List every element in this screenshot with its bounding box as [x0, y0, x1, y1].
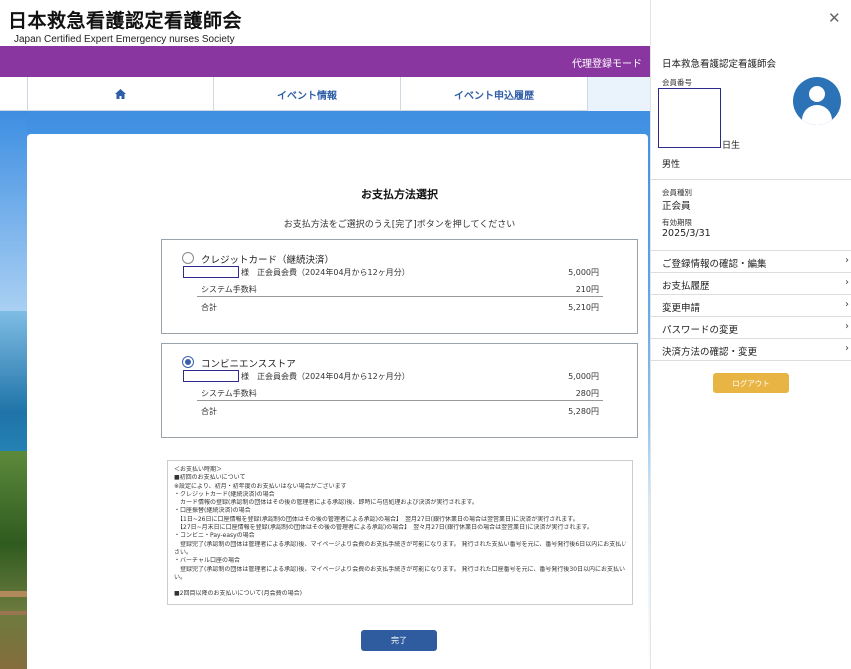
home-icon: [115, 89, 126, 99]
option-label: コンビニエンスストア: [201, 359, 296, 370]
note-line: [174, 582, 626, 590]
gender: 男性: [662, 160, 681, 170]
panel-org-name: 日本救急看護認定看護師会: [662, 59, 777, 70]
user-icon: [809, 86, 825, 102]
member-number-redacted: [658, 88, 721, 148]
chevron-right-icon: ›: [845, 321, 849, 332]
system-fee-value: 210円: [575, 285, 599, 294]
menu-edit-registration[interactable]: ご登録情報の確認・編集 ›: [651, 251, 851, 273]
note-line: 【1日~26日に口座情報を登録(承認制の団体はその後の管理者による承認)の場合】…: [174, 515, 579, 523]
menu-label: 変更申請: [662, 303, 701, 314]
system-fee-label: システム手数料: [201, 389, 257, 398]
divider: [197, 296, 603, 297]
nav-events[interactable]: イベント情報: [213, 77, 400, 111]
radio-convenience[interactable]: [182, 356, 194, 368]
menu-label: 決済方法の確認・変更: [662, 347, 758, 358]
member-number-label: 会員番号: [662, 78, 692, 87]
note-line: ＜お支払い時期＞: [174, 466, 223, 473]
chevron-right-icon: ›: [845, 343, 849, 354]
total-label: 合計: [201, 407, 217, 416]
proxy-mode-label: 代理登録モード: [572, 59, 642, 70]
option-label: クレジットカード（継続決済）: [201, 255, 335, 266]
total-label: 合計: [201, 303, 217, 312]
nav-blank: [587, 77, 650, 111]
logout-button[interactable]: ログアウト: [713, 373, 789, 393]
menu-password-change[interactable]: パスワードの変更 ›: [651, 317, 851, 339]
payment-option-convenience[interactable]: コンビニエンスストア 様 正会員会費（2024年04月から12ヶ月分） 5,00…: [161, 343, 638, 438]
note-line: 登録完了(承認制の団体は管理者による承認)後、マイページより会費のお支払手続きが…: [174, 565, 626, 573]
member-name-redacted: [183, 370, 239, 382]
menu-label: ご登録情報の確認・編集: [662, 259, 767, 270]
member-name-redacted: [183, 266, 239, 278]
site-logo[interactable]: 日本救急看護認定看護師会 Japan Certified Expert Emer…: [8, 6, 242, 45]
system-fee-label: システム手数料: [201, 285, 257, 294]
main-nav: イベント情報 イベント申込履歴: [0, 77, 650, 111]
note-line: い。: [174, 573, 187, 581]
chevron-right-icon: ›: [845, 255, 849, 266]
total-value: 5,210円: [568, 303, 599, 312]
total-value: 5,280円: [568, 407, 599, 416]
background-photo: [0, 111, 27, 669]
logo-title-en: Japan Certified Expert Emergency nurses …: [14, 34, 235, 45]
note-line: ・口座振替(継続決済)の場合: [174, 507, 251, 515]
note-line: ■初回のお支払いについて: [174, 474, 246, 482]
fee-line: 様 正会員会費（2024年04月から12ヶ月分）: [241, 268, 410, 277]
expiry-date: 2025/3/31: [662, 228, 711, 239]
note-line: 登録完了(承認制の団体は管理者による承認)後、マイページより会費のお支払手続きが…: [174, 540, 626, 548]
avatar: [793, 77, 841, 125]
note-line: ・バーチャル口座の場合: [174, 557, 240, 565]
payment-timing-notes[interactable]: ＜お支払い時期＞ ■初回のお支払いについて ※設定により、初月・初年度のお支払い…: [167, 460, 633, 605]
chevron-right-icon: ›: [845, 277, 849, 288]
note-line: 【27日~月末日に口座情報を登録(承認制の団体はその後の管理者による承認)の場合…: [174, 524, 593, 532]
note-line: さい。: [174, 548, 193, 556]
birth-suffix: 日生: [722, 141, 741, 151]
menu-change-request[interactable]: 変更申請 ›: [651, 295, 851, 317]
close-icon[interactable]: ✕: [828, 9, 841, 27]
payment-card: お支払方法選択 お支払方法をご選択のうえ[完了]ボタンを押してください クレジッ…: [27, 134, 648, 669]
note-line: ・クレジットカード(継続決済)の場合: [174, 490, 275, 498]
divider: [651, 179, 851, 180]
logo-title-jp: 日本救急看護認定看護師会: [8, 10, 243, 32]
fee-value: 5,000円: [568, 268, 599, 277]
nav-home[interactable]: [27, 77, 213, 111]
app-root: 日本救急看護認定看護師会 Japan Certified Expert Emer…: [0, 0, 851, 669]
divider: [197, 400, 603, 401]
note-line: ・コンビニ・Pay-easyの場合: [174, 532, 255, 540]
note-line: ※設定により、初月・初年度のお支払いはない場合がございます: [174, 482, 347, 490]
nav-event-history[interactable]: イベント申込履歴: [400, 77, 587, 111]
expiry-label: 有効期限: [662, 218, 692, 227]
fee-line: 様 正会員会費（2024年04月から12ヶ月分）: [241, 372, 410, 381]
done-button[interactable]: 完了: [361, 630, 437, 651]
chevron-right-icon: ›: [845, 299, 849, 310]
system-fee-value: 280円: [575, 389, 599, 398]
member-type: 正会員: [662, 201, 691, 212]
menu-payment-method[interactable]: 決済方法の確認・変更 ›: [651, 339, 851, 361]
menu-payment-history[interactable]: お支払履歴 ›: [651, 273, 851, 295]
payment-option-credit[interactable]: クレジットカード（継続決済） 様 正会員会費（2024年04月から12ヶ月分） …: [161, 239, 638, 334]
note-line: ■2回目以降のお支払いについて(月会費の場合): [174, 590, 302, 598]
fee-value: 5,000円: [568, 372, 599, 381]
mode-bar: 代理登録モード: [0, 46, 650, 77]
member-type-label: 会員種別: [662, 188, 692, 197]
note-line: カード情報の登録(承認制の団体はその後の管理者による承認)後、即時に与信処理およ…: [174, 499, 478, 507]
radio-credit[interactable]: [182, 252, 194, 264]
account-panel: ✕ 日本救急看護認定看護師会 会員番号 日生 男性 会員種別 正会員 有効期限 …: [650, 0, 851, 669]
menu-label: パスワードの変更: [662, 325, 739, 336]
menu-label: お支払履歴: [662, 281, 710, 292]
